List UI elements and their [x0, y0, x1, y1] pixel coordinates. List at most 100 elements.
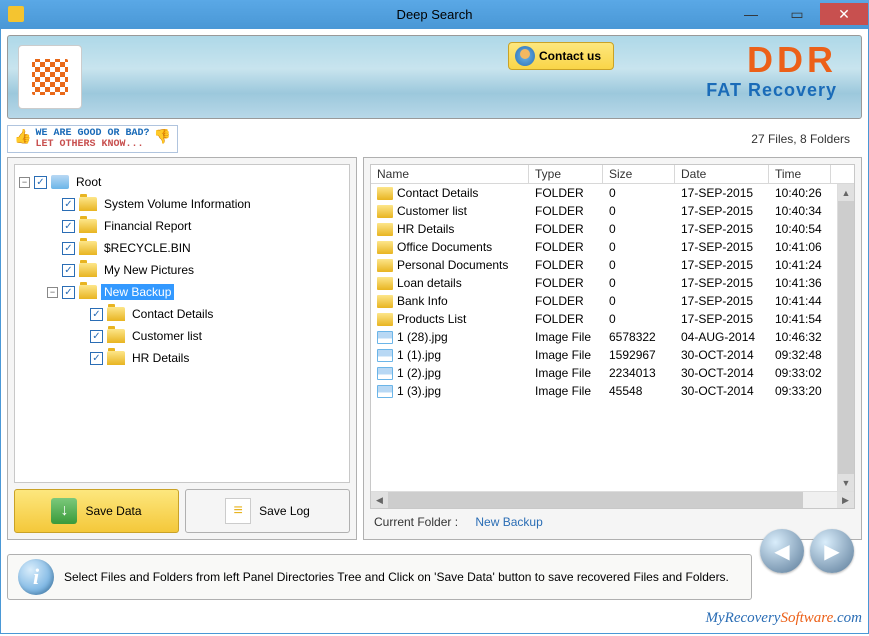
window-controls: — ▭ ✕ [728, 3, 869, 25]
scroll-right-icon[interactable]: ▶ [837, 492, 854, 508]
tree-item[interactable]: ✓ System Volume Information [47, 193, 347, 215]
list-row[interactable]: HR DetailsFOLDER017-SEP-201510:40:54 [371, 220, 854, 238]
hint-bar: i Select Files and Folders from left Pan… [7, 554, 752, 600]
tree-item[interactable]: ✓ Customer list [75, 325, 347, 347]
disk-icon [51, 175, 69, 189]
list-row[interactable]: Customer listFOLDER017-SEP-201510:40:34 [371, 202, 854, 220]
tree-item[interactable]: ✓ My New Pictures [47, 259, 347, 281]
close-button[interactable]: ✕ [820, 3, 868, 25]
list-row[interactable]: Bank InfoFOLDER017-SEP-201510:41:44 [371, 292, 854, 310]
checkbox[interactable]: ✓ [62, 264, 75, 277]
directory-tree[interactable]: − ✓ Root ✓ System Volume Information ✓ [15, 165, 349, 482]
list-row[interactable]: Products ListFOLDER017-SEP-201510:41:54 [371, 310, 854, 328]
tree-item[interactable]: ✓ HR Details [75, 347, 347, 369]
rating-button[interactable]: 👍 WE ARE GOOD OR BAD? LET OTHERS KNOW...… [7, 125, 178, 153]
column-name[interactable]: Name [371, 165, 529, 183]
folder-icon [107, 307, 125, 321]
save-log-button[interactable]: Save Log [185, 489, 350, 533]
scroll-thumb[interactable] [388, 492, 803, 508]
folder-icon [377, 223, 393, 236]
scroll-thumb[interactable] [838, 201, 854, 474]
column-type[interactable]: Type [529, 165, 603, 183]
folder-icon [107, 329, 125, 343]
list-row[interactable]: 1 (28).jpgImage File657832204-AUG-201410… [371, 328, 854, 346]
prev-button[interactable]: ◀ [760, 529, 804, 573]
folder-icon [79, 197, 97, 211]
maximize-button[interactable]: ▭ [774, 3, 820, 25]
collapse-toggle[interactable]: − [47, 287, 58, 298]
folder-icon [377, 187, 393, 200]
titlebar: Deep Search — ▭ ✕ [0, 0, 869, 28]
checkbox[interactable]: ✓ [90, 308, 103, 321]
folder-icon [377, 277, 393, 290]
collapse-toggle[interactable]: − [19, 177, 30, 188]
folder-icon [377, 259, 393, 272]
tree-label: New Backup [101, 284, 174, 300]
scroll-left-icon[interactable]: ◀ [371, 492, 388, 508]
folder-icon [107, 351, 125, 365]
list-row[interactable]: Contact DetailsFOLDER017-SEP-201510:40:2… [371, 184, 854, 202]
list-row[interactable]: 1 (3).jpgImage File4554830-OCT-201409:33… [371, 382, 854, 400]
info-icon: i [18, 559, 54, 595]
save-log-label: Save Log [259, 504, 310, 518]
folder-icon [79, 285, 97, 299]
checkbox[interactable]: ✓ [62, 220, 75, 233]
tree-label: Customer list [129, 328, 205, 344]
tree-item[interactable]: ✓ $RECYCLE.BIN [47, 237, 347, 259]
list-row[interactable]: Office DocumentsFOLDER017-SEP-201510:41:… [371, 238, 854, 256]
file-list-panel: Name Type Size Date Time Contact Details… [363, 157, 862, 540]
tree-label: Root [73, 174, 104, 190]
tree-item-selected[interactable]: − ✓ New Backup [47, 281, 347, 303]
contact-label: Contact us [539, 49, 601, 63]
scroll-up-icon[interactable]: ▲ [838, 184, 854, 201]
window-title: Deep Search [397, 7, 473, 22]
folder-icon [377, 295, 393, 308]
list-row[interactable]: 1 (1).jpgImage File159296730-OCT-201409:… [371, 346, 854, 364]
current-folder-value: New Backup [475, 515, 542, 529]
column-size[interactable]: Size [603, 165, 675, 183]
brand: DDR FAT Recovery [706, 42, 837, 101]
checkbox[interactable]: ✓ [62, 242, 75, 255]
image-icon [377, 367, 393, 380]
folder-icon [377, 313, 393, 326]
tree-item[interactable]: ✓ Contact Details [75, 303, 347, 325]
thumb-down-icon: 👎 [153, 131, 170, 146]
checkbox[interactable]: ✓ [62, 198, 75, 211]
list-row[interactable]: 1 (2).jpgImage File223401330-OCT-201409:… [371, 364, 854, 382]
minimize-button[interactable]: — [728, 3, 774, 25]
brand-name: DDR [706, 42, 837, 78]
tree-panel: − ✓ Root ✓ System Volume Information ✓ [7, 157, 357, 540]
next-button[interactable]: ▶ [810, 529, 854, 573]
footer-link[interactable]: MyRecoverySoftware.com [7, 610, 862, 627]
thumb-up-icon: 👍 [14, 131, 31, 146]
column-time[interactable]: Time [769, 165, 831, 183]
status-summary: 27 Files, 8 Folders [751, 132, 850, 146]
save-data-button[interactable]: Save Data [14, 489, 179, 533]
tree-root[interactable]: − ✓ Root [19, 171, 347, 193]
checkbox[interactable]: ✓ [90, 330, 103, 343]
brand-subtitle: FAT Recovery [706, 80, 837, 101]
tree-label: $RECYCLE.BIN [101, 240, 194, 256]
contact-us-button[interactable]: Contact us [508, 42, 614, 70]
product-logo [18, 45, 82, 109]
image-icon [377, 385, 393, 398]
tree-label: System Volume Information [101, 196, 254, 212]
checkbox[interactable]: ✓ [90, 352, 103, 365]
checkbox[interactable]: ✓ [62, 286, 75, 299]
tree-label: Financial Report [101, 218, 194, 234]
save-icon [51, 498, 77, 524]
list-vertical-scrollbar[interactable]: ▲ ▼ [837, 184, 854, 491]
list-horizontal-scrollbar[interactable]: ◀ ▶ [371, 491, 854, 508]
log-icon [225, 498, 251, 524]
folder-icon [377, 205, 393, 218]
column-date[interactable]: Date [675, 165, 769, 183]
list-body[interactable]: Contact DetailsFOLDER017-SEP-201510:40:2… [371, 184, 854, 491]
scroll-down-icon[interactable]: ▼ [838, 474, 854, 491]
tree-label: HR Details [129, 350, 192, 366]
tree-item[interactable]: ✓ Financial Report [47, 215, 347, 237]
save-data-label: Save Data [85, 504, 141, 518]
list-row[interactable]: Personal DocumentsFOLDER017-SEP-201510:4… [371, 256, 854, 274]
list-row[interactable]: Loan detailsFOLDER017-SEP-201510:41:36 [371, 274, 854, 292]
folder-icon [79, 219, 97, 233]
checkbox[interactable]: ✓ [34, 176, 47, 189]
